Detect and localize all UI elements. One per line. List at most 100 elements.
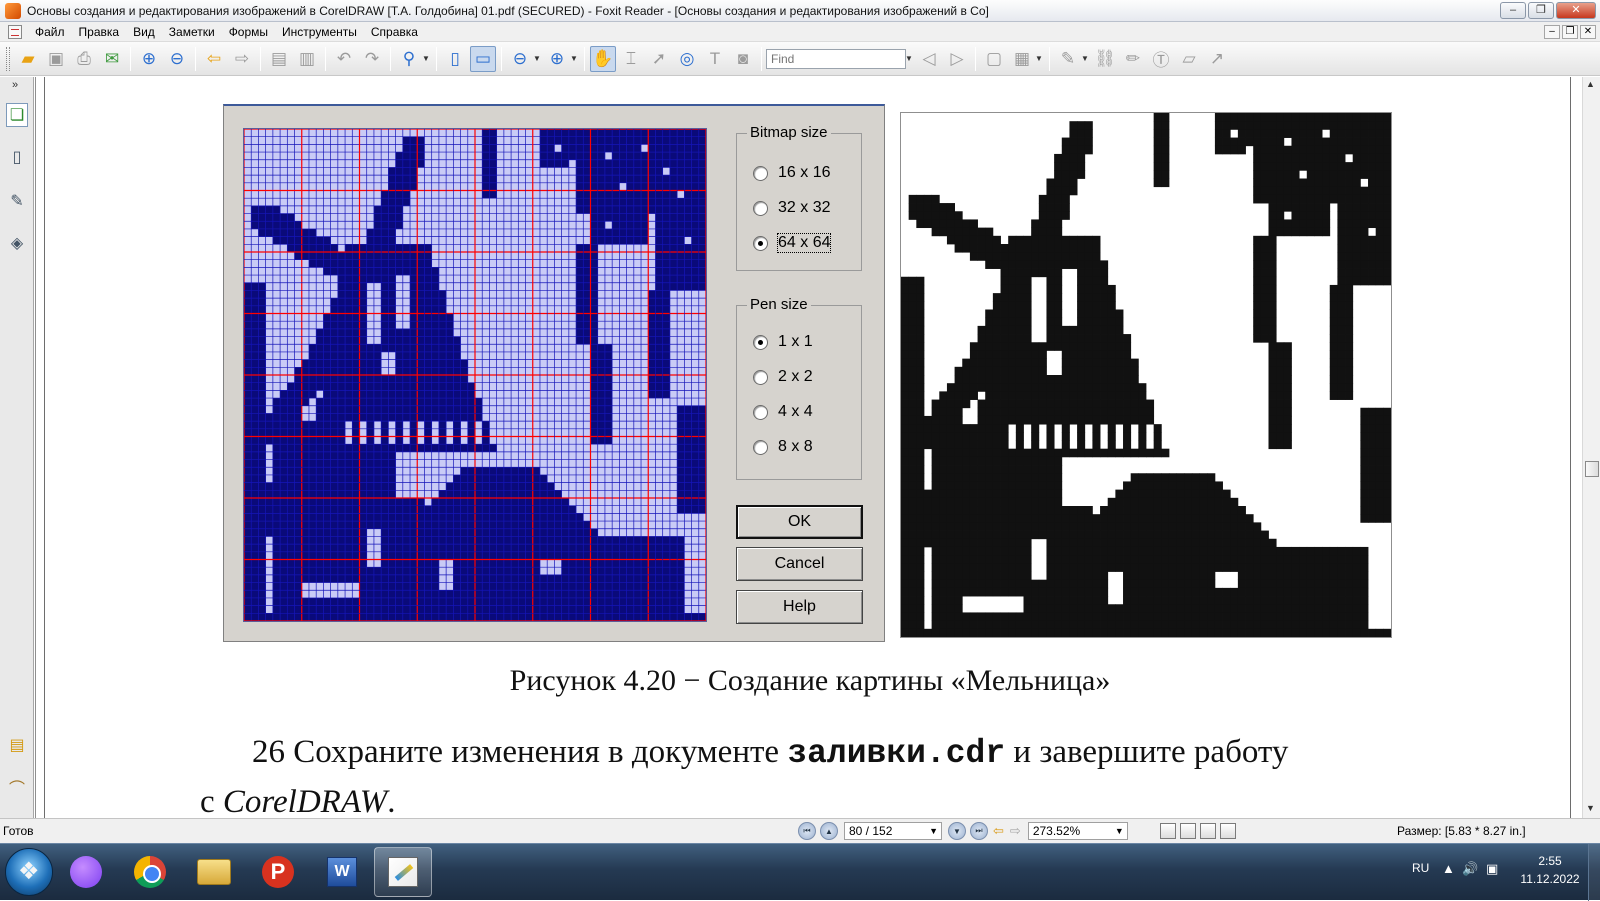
toolbar-grip[interactable] [6,46,10,71]
redo-icon[interactable]: ↷ [359,46,385,72]
show-desktop-button[interactable] [1588,844,1600,901]
undo-icon[interactable]: ↶ [331,46,357,72]
fit-page-icon[interactable]: ▯ [442,46,468,72]
back-view-icon[interactable]: ⇦ [993,823,1004,839]
doc-minimize-button[interactable]: – [1544,24,1560,39]
select-text-icon[interactable]: ⌶ [618,46,644,72]
zoom-out-dropdown-icon[interactable]: ▼ [533,54,541,63]
first-page-icon[interactable]: ⏮ [798,822,816,840]
zoom-level-dropdown-icon[interactable]: ▼ [1115,823,1124,839]
taskbar-word[interactable]: W [313,847,371,897]
continuous-facing-view-icon[interactable] [1219,823,1236,839]
grid-pixel [446,390,454,399]
menu-view[interactable]: Вид [126,25,162,39]
text-box-icon[interactable]: Ⓣ [1148,46,1174,72]
grid-pixel [287,521,295,529]
bookmarks-icon[interactable]: ❏ [6,103,28,127]
fit-width-icon[interactable]: ▭ [470,45,496,72]
preview-pixel [1352,145,1361,155]
typewriter-icon[interactable]: T [702,46,728,72]
note-icon[interactable]: ✎ [1055,46,1081,72]
vertical-scrollbar[interactable]: ▲ ▼ [1582,77,1600,818]
taskbar-foxit[interactable]: Р [249,847,307,897]
snapshot-icon[interactable]: ◙ [730,46,756,72]
new-page-icon[interactable]: ▢ [981,46,1007,72]
attachments-icon[interactable]: ⌒ [6,775,28,799]
zoom-field[interactable]: 273.52% ▼ [1027,822,1128,840]
taskbar-alice[interactable] [57,847,115,897]
previous-page-icon[interactable]: ⊕ [136,46,162,72]
menu-forms[interactable]: Формы [222,25,275,39]
facing-view-icon[interactable] [1199,823,1216,839]
pencil-icon[interactable]: ✏ [1120,46,1146,72]
find-previous-icon[interactable]: ◁ [916,46,942,72]
doc-close-button[interactable]: ✕ [1580,24,1596,39]
doc-restore-button[interactable]: ❐ [1562,24,1578,39]
page-number-field[interactable]: 80 / 152 ▼ [844,822,942,840]
zoom-in-icon[interactable]: ⊕ [544,46,570,72]
single-page-view-icon[interactable] [1159,823,1176,839]
volume-icon[interactable]: 🔊 [1462,861,1478,877]
back-arrow-icon[interactable]: ⇦ [201,46,227,72]
next-page-icon[interactable]: ⊖ [164,46,190,72]
zoom-dropdown-icon[interactable]: ▼ [422,54,430,63]
next-page-nav-icon[interactable]: ▼ [948,822,966,840]
window-restore-button[interactable]: ❐ [1528,2,1554,19]
forward-arrow-icon[interactable]: ⇨ [229,46,255,72]
taskbar-explorer[interactable] [185,847,243,897]
find-next-icon[interactable]: ▷ [944,46,970,72]
email-icon[interactable]: ✉ [99,46,125,72]
zoom-out-icon[interactable]: ⊖ [507,46,533,72]
scroll-down-icon[interactable]: ▼ [1586,803,1595,813]
scroll-up-icon[interactable]: ▲ [1586,79,1595,89]
comments-icon[interactable]: ▤ [6,733,28,757]
last-page-icon[interactable]: ⏭ [970,822,988,840]
forward-view-icon[interactable]: ⇨ [1010,823,1021,839]
menu-help[interactable]: Справка [364,25,425,39]
window-minimize-button[interactable]: – [1500,2,1526,19]
pointer-icon[interactable]: ➚ [646,46,672,72]
annotations-icon[interactable]: ✎ [6,189,28,213]
menu-edit[interactable]: Правка [72,25,127,39]
continuous-page-icon[interactable]: ▥ [294,46,320,72]
language-indicator[interactable]: RU [1412,861,1429,875]
grid-pixel [547,544,555,552]
window-title-bar[interactable]: Основы создания и редактирования изображ… [0,0,1600,22]
continuous-view-icon[interactable] [1179,823,1196,839]
taskbar-chrome[interactable] [121,847,179,897]
zoom-in-dropdown-icon[interactable]: ▼ [570,54,578,63]
open-folder-icon[interactable]: ▰ [15,46,41,72]
layers-icon[interactable]: ◈ [6,231,28,255]
find-input[interactable] [766,48,906,69]
link-icon[interactable]: ⛓ [1092,46,1118,72]
document-icon[interactable] [8,24,22,39]
start-button[interactable] [5,848,53,896]
grid-pixel [518,474,526,483]
print-icon[interactable]: ⎙ [71,46,97,72]
network-icon[interactable]: ▣ [1486,861,1498,877]
scroll-thumb[interactable] [1585,461,1599,477]
menu-comments[interactable]: Заметки [162,25,222,39]
taskbar-coreldraw[interactable] [374,847,432,897]
hand-tool-icon[interactable]: ✋ [590,45,616,72]
save-icon[interactable]: ▣ [43,46,69,72]
binoculars-icon[interactable]: ◎ [674,46,700,72]
page-dropdown-icon[interactable]: ▼ [929,823,938,839]
callout-icon[interactable]: ▱ [1176,46,1202,72]
pattern-dropdown-icon[interactable]: ▼ [1035,54,1043,63]
single-page-icon[interactable]: ▤ [266,46,292,72]
panel-collapse-icon[interactable]: » [12,79,18,91]
menu-tools[interactable]: Инструменты [275,25,364,39]
zoom-icon[interactable]: ⚲ [396,46,422,72]
prev-page-icon[interactable]: ▲ [820,822,838,840]
pattern-icon[interactable]: ▦ [1009,46,1035,72]
tray-clock[interactable]: 2:55 11.12.2022 [1520,852,1580,888]
menu-file[interactable]: Файл [28,25,72,39]
tray-expand-icon[interactable]: ▲ [1442,861,1455,876]
preview-pixel [1337,391,1346,400]
window-close-button[interactable]: ✕ [1556,2,1596,19]
pages-icon[interactable]: ▯ [6,145,28,169]
find-dropdown-icon[interactable]: ▼ [905,54,913,63]
arrow-tool-icon[interactable]: ↗ [1204,46,1230,72]
note-dropdown-icon[interactable]: ▼ [1081,54,1089,63]
